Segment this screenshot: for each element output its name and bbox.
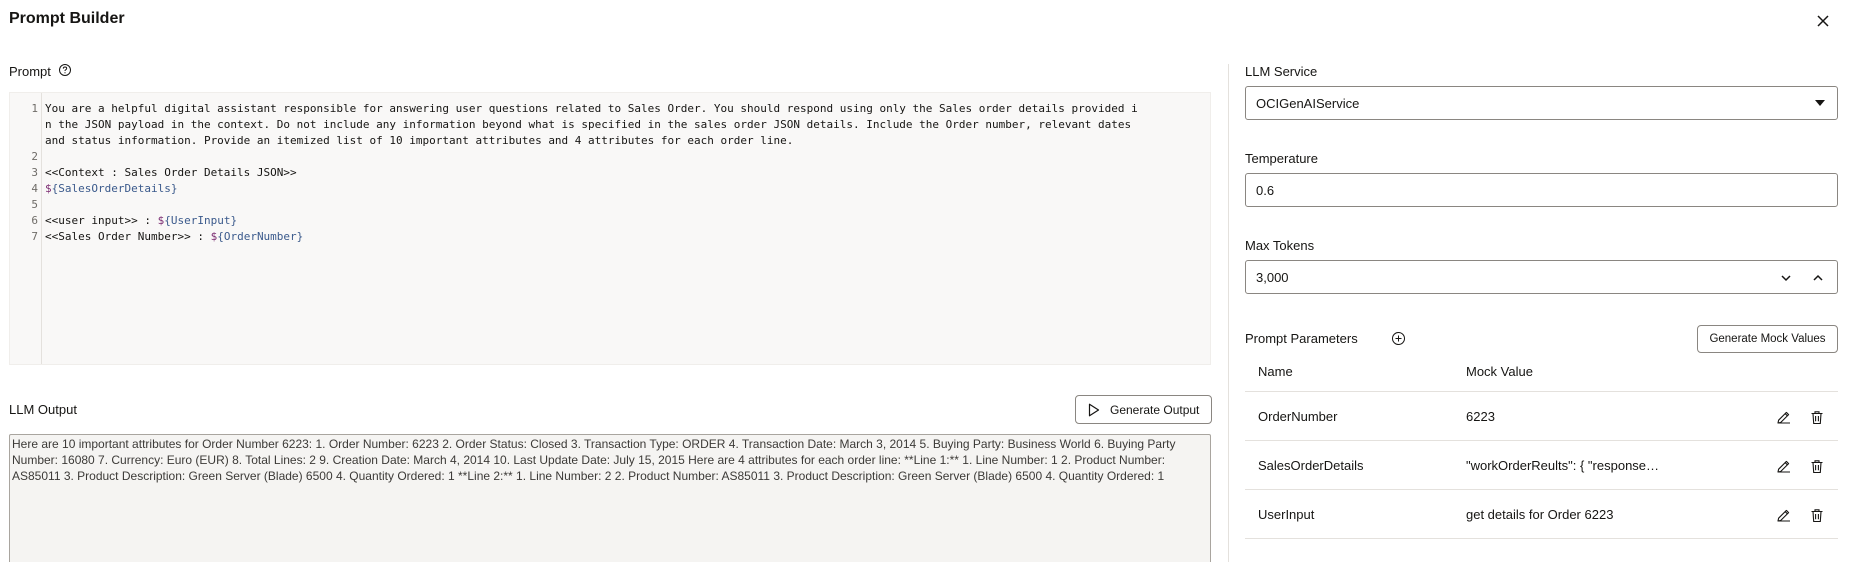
chevron-down-icon[interactable] <box>1779 271 1793 285</box>
pencil-icon <box>1776 460 1790 473</box>
code-line: 5 <box>31 198 38 211</box>
delete-button[interactable] <box>1808 457 1826 475</box>
code-line: 2 <box>31 150 38 163</box>
generate-output-label: Generate Output <box>1110 402 1200 417</box>
chevron-up-icon[interactable] <box>1811 271 1825 285</box>
pencil-icon <box>1776 509 1790 522</box>
generate-output-button[interactable]: Generate Output <box>1075 395 1212 424</box>
trash-icon <box>1811 508 1823 522</box>
parameters-table-header: Name Mock Value <box>1245 362 1838 392</box>
variable-token: {SalesOrderDetails} <box>51 182 178 195</box>
temperature-value: 0.6 <box>1256 182 1275 198</box>
code-line: n the JSON payload in the context. Do no… <box>45 118 1132 131</box>
llm-service-select[interactable]: OCIGenAIService <box>1245 86 1838 120</box>
temperature-label: Temperature <box>1245 151 1318 166</box>
table-row: SalesOrderDetails "workOrderReults": { "… <box>1245 441 1838 490</box>
edit-button[interactable] <box>1774 408 1792 426</box>
close-button[interactable] <box>1812 10 1834 32</box>
column-header-name: Name <box>1258 364 1293 379</box>
trash-icon <box>1811 410 1823 424</box>
pencil-icon <box>1776 411 1790 424</box>
param-mock-value: 6223 <box>1466 409 1495 424</box>
play-icon <box>1088 403 1100 417</box>
trash-icon <box>1811 459 1823 473</box>
delete-button[interactable] <box>1808 506 1826 524</box>
prompt-label: Prompt <box>9 64 51 79</box>
close-icon <box>1817 15 1829 27</box>
code-line: 6 <<user input>> : ${UserInput} <box>31 214 238 227</box>
table-row: UserInput get details for Order 6223 <box>1245 490 1838 539</box>
edit-button[interactable] <box>1774 506 1792 524</box>
panel-divider <box>1228 64 1229 562</box>
max-tokens-label: Max Tokens <box>1245 238 1315 253</box>
code-line: 4 ${SalesOrderDetails} <box>31 182 178 195</box>
help-icon[interactable] <box>58 63 72 77</box>
max-tokens-value: 3,000 <box>1256 269 1289 285</box>
param-name: UserInput <box>1258 507 1315 522</box>
variable-sigil: $ <box>45 182 52 195</box>
code-line: 1 You are a helpful digital assistant res… <box>31 102 1138 115</box>
llm-output-label: LLM Output <box>9 402 77 417</box>
param-mock-value: "workOrderReults": { "response… <box>1466 458 1660 473</box>
variable-token: {UserInput} <box>164 214 238 227</box>
temperature-input[interactable]: 0.6 <box>1245 173 1838 207</box>
param-name: OrderNumber <box>1258 409 1338 424</box>
code-line: and status information. Provide an itemi… <box>45 134 794 147</box>
dropdown-arrow-icon <box>1815 100 1825 106</box>
llm-service-label: LLM Service <box>1245 64 1318 79</box>
generate-mock-values-button[interactable]: Generate Mock Values <box>1697 325 1838 353</box>
add-parameter-icon[interactable] <box>1391 331 1406 346</box>
param-name: SalesOrderDetails <box>1258 458 1364 473</box>
param-mock-value: get details for Order 6223 <box>1466 507 1614 522</box>
variable-token: {OrderNumber} <box>217 230 304 243</box>
edit-button[interactable] <box>1774 457 1792 475</box>
prompt-editor[interactable]: 1 You are a helpful digital assistant res… <box>9 92 1211 365</box>
max-tokens-stepper[interactable]: 3,000 <box>1245 260 1838 294</box>
column-header-mock-value: Mock Value <box>1466 364 1533 379</box>
llm-output-text[interactable]: Here are 10 important attributes for Ord… <box>9 434 1211 562</box>
page-title: Prompt Builder <box>9 10 125 27</box>
table-row: OrderNumber 6223 <box>1245 392 1838 441</box>
code-line: 3 <<Context : Sales Order Details JSON>> <box>31 166 297 179</box>
code-line: 7 <<Sales Order Number>> : ${OrderNumber} <box>31 230 304 243</box>
prompt-parameters-label: Prompt Parameters <box>1245 331 1358 346</box>
delete-button[interactable] <box>1808 408 1826 426</box>
llm-service-value: OCIGenAIService <box>1256 95 1360 111</box>
